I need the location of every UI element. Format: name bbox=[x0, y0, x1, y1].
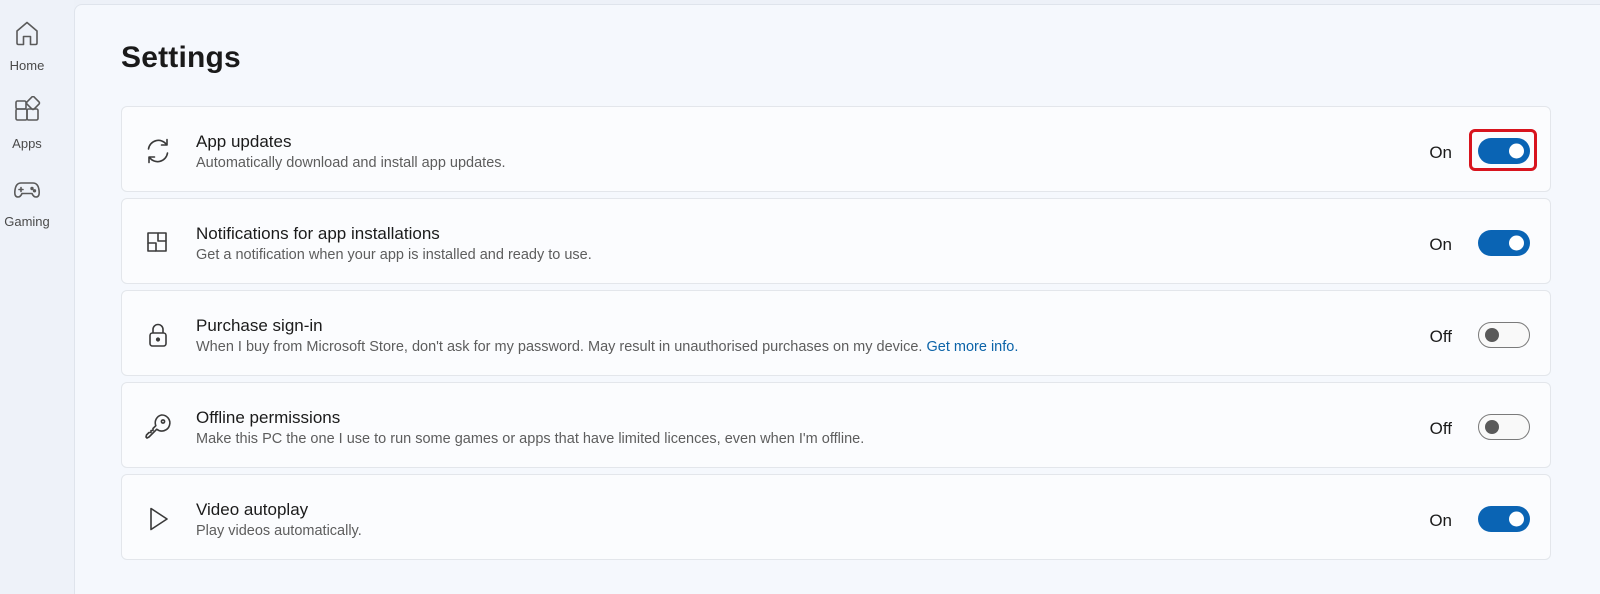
setting-description: Play videos automatically. bbox=[196, 523, 362, 539]
toggle-knob bbox=[1509, 235, 1524, 251]
setting-state-label: On bbox=[1429, 235, 1452, 254]
nav-label-gaming: Gaming bbox=[4, 214, 50, 229]
toggle-knob bbox=[1509, 511, 1524, 527]
apps-icon bbox=[12, 95, 42, 131]
toggle-knob bbox=[1485, 328, 1499, 342]
notification-grid-icon bbox=[142, 227, 174, 259]
setting-row-offline-permissions: Offline permissions Make this PC the one… bbox=[121, 382, 1551, 468]
toggle-knob bbox=[1485, 420, 1499, 434]
home-icon bbox=[12, 18, 42, 53]
nav-item-apps[interactable]: Apps bbox=[0, 95, 54, 151]
sync-icon bbox=[142, 135, 174, 167]
setting-state-label: Off bbox=[1429, 327, 1452, 346]
lock-icon bbox=[142, 319, 174, 351]
purchase-sign-in-toggle[interactable] bbox=[1478, 322, 1530, 348]
get-more-info-link[interactable]: Get more info. bbox=[927, 339, 1019, 355]
setting-title: Video autoplay bbox=[196, 500, 309, 519]
setting-row-app-updates: App updates Automatically download and i… bbox=[121, 106, 1551, 192]
setting-description-text: When I buy from Microsoft Store, don't a… bbox=[196, 339, 923, 355]
setting-description: Get a notification when your app is inst… bbox=[196, 247, 592, 263]
key-icon bbox=[142, 411, 174, 443]
page-title: Settings bbox=[121, 41, 241, 74]
setting-description: Make this PC the one I use to run some g… bbox=[196, 431, 865, 447]
settings-panel: Settings App updates Automatically downl… bbox=[74, 4, 1600, 594]
setting-title: App updates bbox=[196, 132, 292, 151]
setting-row-video-autoplay: Video autoplay Play videos automatically… bbox=[121, 474, 1551, 560]
nav-item-gaming[interactable]: Gaming bbox=[0, 174, 54, 229]
video-autoplay-toggle[interactable] bbox=[1478, 506, 1530, 532]
play-icon bbox=[142, 503, 174, 535]
setting-state-label: On bbox=[1429, 511, 1452, 530]
setting-description: Automatically download and install app u… bbox=[196, 155, 506, 171]
setting-title: Offline permissions bbox=[196, 408, 341, 427]
setting-state-label: Off bbox=[1429, 419, 1452, 438]
setting-row-notifications: Notifications for app installations Get … bbox=[121, 198, 1551, 284]
notifications-toggle[interactable] bbox=[1478, 230, 1530, 256]
nav-item-home[interactable]: Home bbox=[0, 18, 54, 73]
nav-rail: Home Apps Gaming bbox=[0, 0, 74, 594]
nav-label-home: Home bbox=[9, 58, 45, 73]
setting-description: When I buy from Microsoft Store, don't a… bbox=[196, 339, 1018, 355]
setting-state-label: On bbox=[1429, 143, 1452, 162]
setting-title: Purchase sign-in bbox=[196, 316, 323, 335]
gamepad-icon bbox=[12, 174, 42, 209]
offline-permissions-toggle[interactable] bbox=[1478, 414, 1530, 440]
setting-row-purchase-sign-in: Purchase sign-in When I buy from Microso… bbox=[121, 290, 1551, 376]
highlight-box bbox=[1469, 129, 1537, 171]
nav-label-apps: Apps bbox=[12, 136, 42, 151]
setting-title: Notifications for app installations bbox=[196, 224, 440, 243]
